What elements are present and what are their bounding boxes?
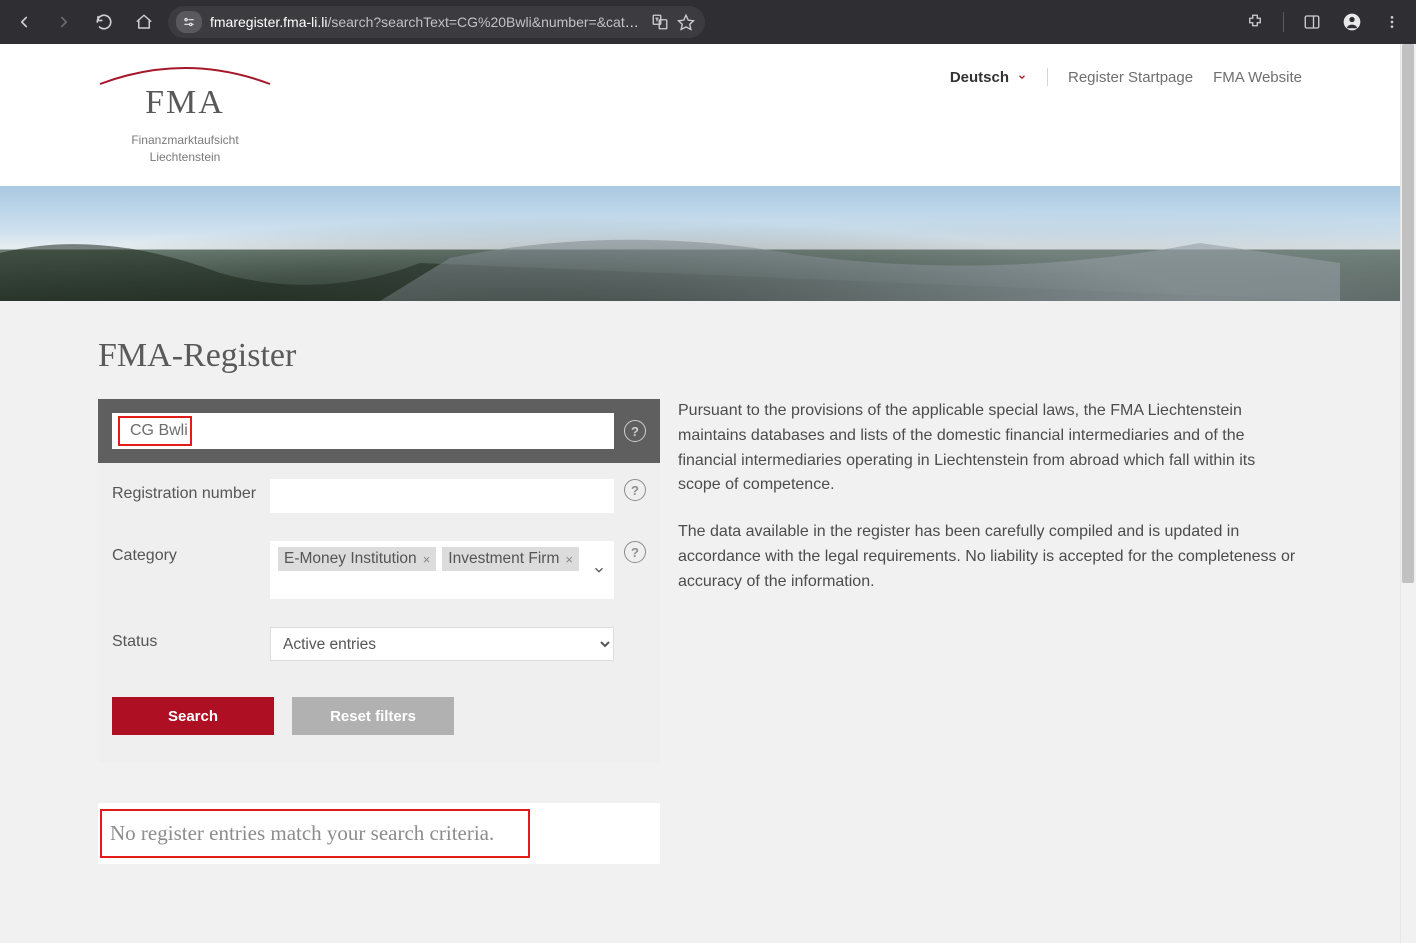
status-select[interactable]: Active entries [270, 627, 614, 661]
chevron-down-icon[interactable] [592, 563, 606, 577]
menu-icon[interactable] [1376, 6, 1408, 38]
info-paragraph: Pursuant to the provisions of the applic… [678, 399, 1302, 498]
reg-number-label: Registration number [112, 479, 260, 505]
nav-back-button[interactable] [8, 6, 40, 38]
main-content: FMA-Register CG Bwli ? [0, 301, 1400, 904]
no-results-message: No register entries match your search cr… [110, 821, 648, 846]
site-header: FMA FinanzmarktaufsichtLiechtenstein Deu… [0, 44, 1400, 186]
bookmark-star-icon[interactable] [677, 13, 695, 31]
reset-filters-button[interactable]: Reset filters [292, 697, 454, 735]
help-icon[interactable]: ? [624, 420, 646, 442]
page-title: FMA-Register [98, 301, 1302, 399]
tag-label: E-Money Institution [284, 550, 417, 568]
profile-icon[interactable] [1336, 6, 1368, 38]
help-icon[interactable]: ? [624, 541, 646, 563]
scrollbar-thumb[interactable] [1402, 44, 1414, 583]
nav-divider [1047, 68, 1048, 86]
category-tag: E-Money Institution × [278, 547, 436, 571]
info-column: Pursuant to the provisions of the applic… [678, 399, 1302, 617]
fma-logo[interactable]: FMA FinanzmarktaufsichtLiechtenstein [98, 62, 272, 166]
register-startpage-link[interactable]: Register Startpage [1068, 69, 1193, 86]
sidepanel-icon[interactable] [1296, 6, 1328, 38]
language-label: Deutsch [950, 69, 1009, 86]
home-button[interactable] [128, 6, 160, 38]
hero-banner [0, 186, 1400, 301]
language-switch[interactable]: Deutsch [950, 69, 1027, 86]
extensions-icon[interactable] [1239, 6, 1271, 38]
info-paragraph: The data available in the register has b… [678, 520, 1302, 594]
site-info-icon[interactable] [176, 11, 202, 33]
tag-remove-icon[interactable]: × [565, 552, 573, 567]
search-button[interactable]: Search [112, 697, 274, 735]
header-nav: Deutsch Register Startpage FMA Website [950, 62, 1302, 86]
tag-remove-icon[interactable]: × [423, 552, 431, 567]
url-text: fmaregister.fma-li.li/search?searchText=… [210, 14, 643, 30]
search-text-input[interactable] [116, 413, 610, 449]
category-tag: Investment Firm × [442, 547, 579, 571]
results-panel: No register entries match your search cr… [98, 803, 660, 864]
search-input-wrap: CG Bwli [112, 413, 614, 449]
tag-label: Investment Firm [448, 550, 559, 568]
nav-forward-button[interactable] [48, 6, 80, 38]
address-bar[interactable]: fmaregister.fma-li.li/search?searchText=… [168, 6, 705, 38]
category-multiselect[interactable]: E-Money Institution × Investment Firm × [270, 541, 614, 599]
search-bar-row: CG Bwli ? [98, 399, 660, 463]
scrollbar[interactable] [1400, 44, 1416, 943]
browser-chrome: fmaregister.fma-li.li/search?searchText=… [0, 0, 1416, 44]
logo-text: FMA [145, 84, 225, 122]
chrome-divider [1283, 12, 1284, 32]
translate-icon[interactable] [651, 13, 669, 31]
status-label: Status [112, 627, 260, 653]
help-icon[interactable]: ? [624, 479, 646, 501]
reload-button[interactable] [88, 6, 120, 38]
search-panel: CG Bwli ? Registration number ? [98, 399, 660, 763]
fma-website-link[interactable]: FMA Website [1213, 69, 1302, 86]
category-label: Category [112, 541, 260, 567]
logo-subtitle: FinanzmarktaufsichtLiechtenstein [131, 132, 238, 166]
chevron-down-icon [1017, 72, 1027, 82]
registration-number-input[interactable] [270, 479, 614, 513]
